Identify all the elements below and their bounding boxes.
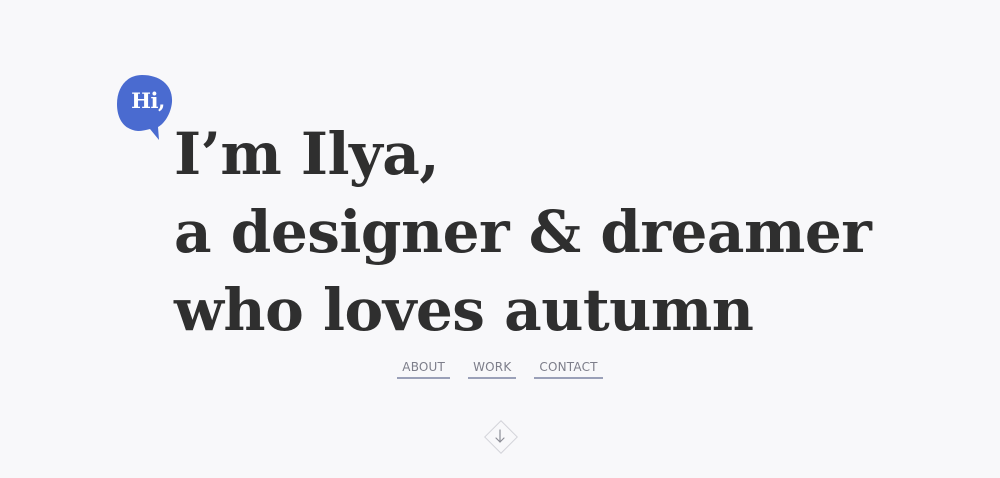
arrow-down-icon: [495, 429, 505, 443]
hi-label: Hi,: [131, 88, 165, 113]
headline-line-2: a designer & dreamer: [174, 198, 872, 266]
headline-line-1: I’m Ilya,: [174, 120, 440, 188]
nav-link-about[interactable]: ABOUT: [397, 358, 451, 379]
nav-link-contact[interactable]: CONTACT: [534, 358, 603, 379]
intro-headline: I’m Ilya, a designer & dreamer who loves…: [174, 115, 872, 349]
main-nav: ABOUT WORK CONTACT: [0, 358, 1000, 379]
nav-link-work[interactable]: WORK: [468, 358, 517, 379]
hi-speech-bubble: Hi,: [116, 74, 174, 142]
hero-section: Hi, I’m Ilya, a designer & dreamer who l…: [0, 0, 1000, 478]
scroll-down-button[interactable]: [482, 418, 518, 454]
headline-line-3: who loves autumn: [174, 276, 754, 344]
